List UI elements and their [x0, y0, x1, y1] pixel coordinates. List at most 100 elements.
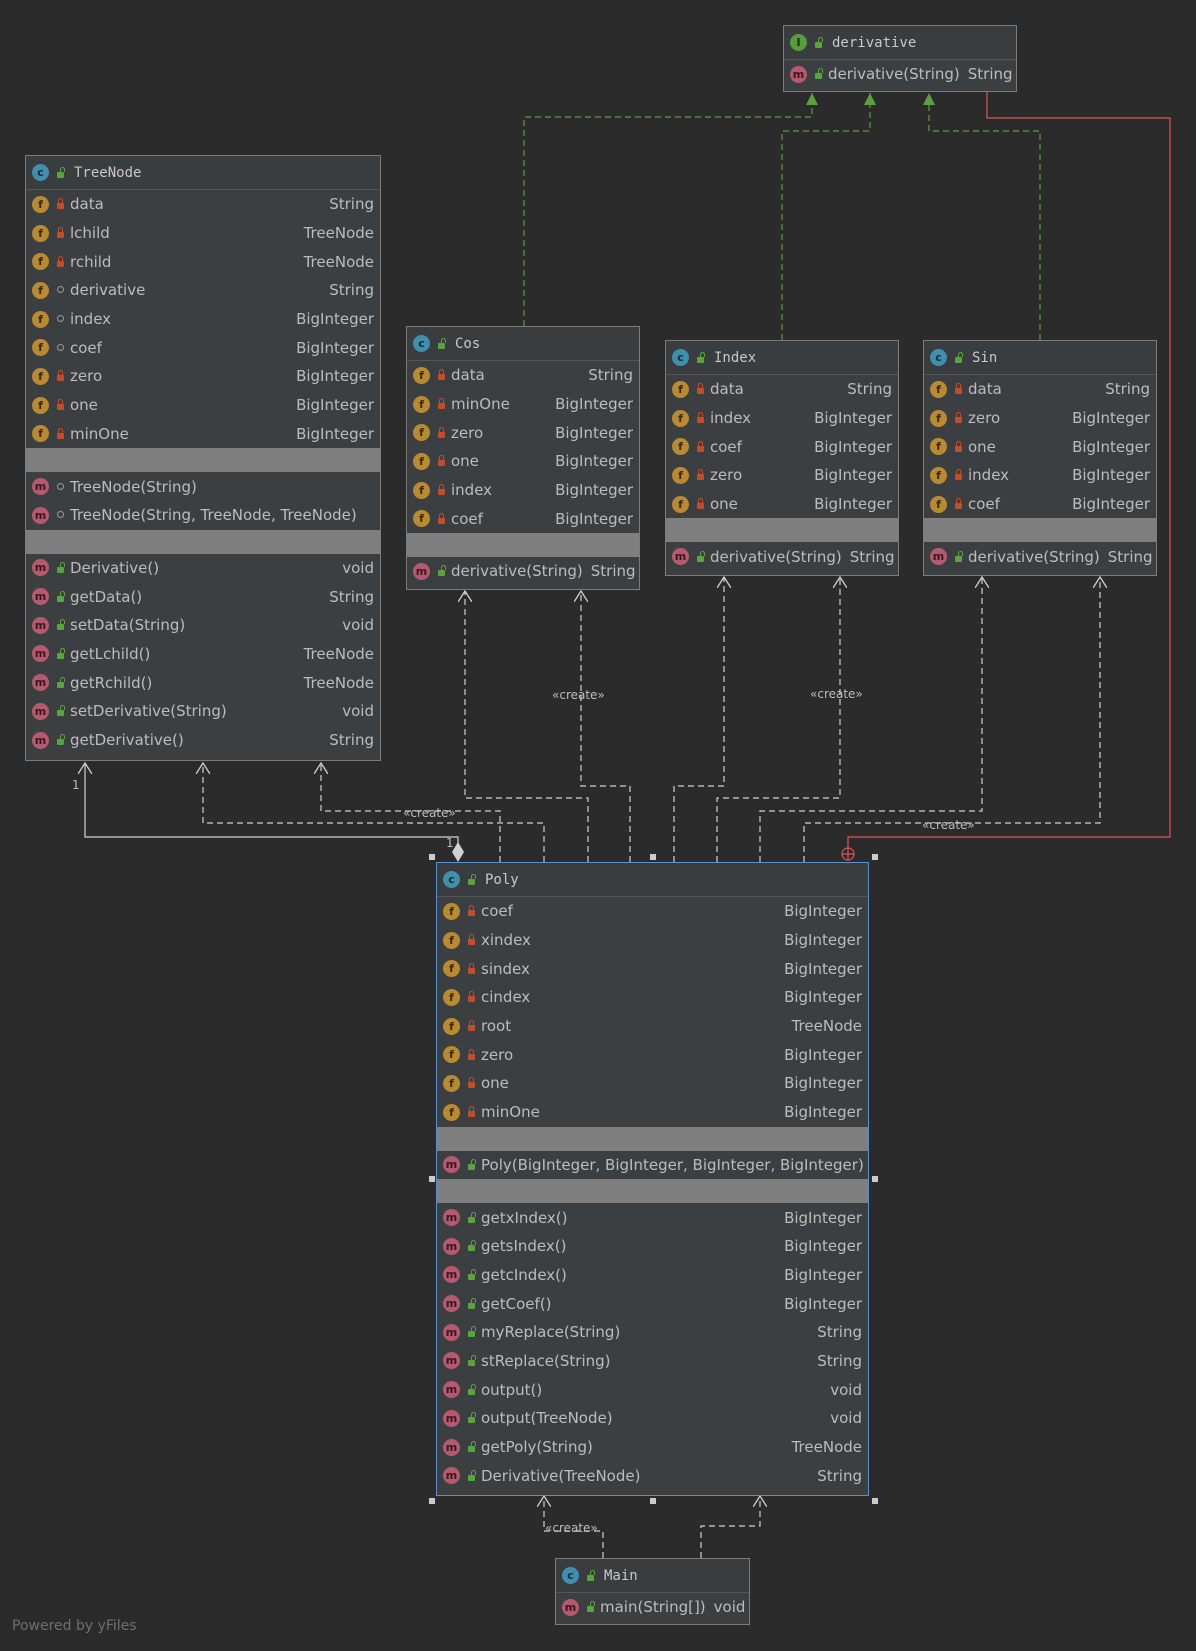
- private-visibility-icon: [435, 398, 447, 410]
- method-row[interactable]: m Derivative() void: [26, 554, 380, 583]
- class-poly[interactable]: c Poly f coef BigInteger f xindex BigInteger f si…: [436, 862, 869, 1496]
- field-row[interactable]: f zero BigInteger: [437, 1040, 868, 1069]
- field-row[interactable]: f one BigInteger: [407, 447, 639, 476]
- selection-handle[interactable]: [872, 854, 878, 860]
- field-row[interactable]: f coef BigInteger: [924, 490, 1156, 519]
- selection-handle[interactable]: [650, 854, 656, 860]
- private-visibility-icon: [465, 1048, 477, 1061]
- field-row[interactable]: f zero BigInteger: [666, 461, 898, 490]
- field-row[interactable]: f coef BigInteger: [407, 504, 639, 533]
- selection-handle[interactable]: [650, 1498, 656, 1504]
- method-row[interactable]: m setDerivative(String) void: [26, 697, 380, 726]
- field-row[interactable]: f coef BigInteger: [437, 897, 868, 926]
- method-row[interactable]: m derivative(String) String: [784, 60, 1016, 89]
- field-row[interactable]: f zero BigInteger: [26, 362, 380, 391]
- return-type: String: [967, 65, 1013, 84]
- class-header[interactable]: c Poly: [437, 863, 868, 897]
- public-visibility-icon: [465, 873, 477, 886]
- selection-handle[interactable]: [872, 1176, 878, 1182]
- class-header[interactable]: c TreeNode: [26, 156, 380, 190]
- class-header[interactable]: c Main: [556, 1559, 749, 1593]
- field-row[interactable]: f minOne BigInteger: [26, 420, 380, 449]
- field-row[interactable]: f data String: [26, 190, 380, 219]
- field-row[interactable]: f index BigInteger: [666, 404, 898, 433]
- create-label-main: «create»: [545, 1521, 598, 1535]
- method-row[interactable]: m getDerivative() String: [26, 726, 380, 755]
- public-visibility-icon: [465, 1383, 477, 1396]
- method-row[interactable]: m getLchild() TreeNode: [26, 640, 380, 669]
- method-row[interactable]: m stReplace(String) String: [437, 1347, 868, 1376]
- field-type: BigInteger: [555, 509, 633, 528]
- method-row[interactable]: m derivative(String) String: [666, 542, 898, 571]
- dep-poly-cos-1: [465, 591, 589, 862]
- field-row[interactable]: f data String: [407, 361, 639, 390]
- return-type: String: [817, 1466, 862, 1485]
- field-row[interactable]: f zero BigInteger: [407, 418, 639, 447]
- method-row[interactable]: m setData(String) void: [26, 611, 380, 640]
- field-row[interactable]: f data String: [666, 375, 898, 404]
- field-row[interactable]: f lchild TreeNode: [26, 219, 380, 248]
- class-header[interactable]: c Sin: [924, 341, 1156, 375]
- class-treenode[interactable]: c TreeNode f data String f lchild TreeNode f rchi…: [25, 155, 381, 761]
- field-row[interactable]: f cindex BigInteger: [437, 983, 868, 1012]
- field-icon: f: [413, 452, 430, 470]
- method-row[interactable]: m derivative(String) String: [924, 542, 1156, 571]
- field-row[interactable]: f root TreeNode: [437, 1012, 868, 1041]
- class-header[interactable]: c Cos: [407, 327, 639, 361]
- method-row[interactable]: m output(TreeNode) void: [437, 1404, 868, 1433]
- selection-handle[interactable]: [429, 1176, 435, 1182]
- selection-handle[interactable]: [872, 1498, 878, 1504]
- field-row[interactable]: f coef BigInteger: [666, 432, 898, 461]
- method-row[interactable]: m getRchild() TreeNode: [26, 668, 380, 697]
- field-row[interactable]: f index BigInteger: [26, 305, 380, 334]
- class-header[interactable]: c Index: [666, 341, 898, 375]
- method-row[interactable]: m Poly(BigInteger, BigInteger, BigInteger…: [437, 1151, 868, 1180]
- method-row[interactable]: m myReplace(String) String: [437, 1318, 868, 1347]
- selection-handle[interactable]: [429, 854, 435, 860]
- field-row[interactable]: f one BigInteger: [666, 490, 898, 519]
- class-sin[interactable]: c Sin f data String f zero BigInteger f one BigInt…: [923, 340, 1157, 576]
- field-type: String: [329, 195, 374, 214]
- method-row[interactable]: m main(String[]) void: [556, 1593, 749, 1622]
- field-row[interactable]: f zero BigInteger: [924, 404, 1156, 433]
- field-row[interactable]: f xindex BigInteger: [437, 926, 868, 955]
- method-row[interactable]: m getcIndex() BigInteger: [437, 1261, 868, 1290]
- method-signature: getPoly(String): [481, 1438, 593, 1457]
- field-row[interactable]: f sindex BigInteger: [437, 954, 868, 983]
- field-row[interactable]: f one BigInteger: [437, 1069, 868, 1098]
- compartment-separator: [407, 533, 639, 558]
- method-row[interactable]: m getsIndex() BigInteger: [437, 1232, 868, 1261]
- selection-handle[interactable]: [429, 1498, 435, 1504]
- field-row[interactable]: f data String: [924, 375, 1156, 404]
- method-row[interactable]: m derivative(String) String: [407, 557, 639, 586]
- class-main[interactable]: c Main m main(String[]) void: [555, 1558, 750, 1625]
- field-row[interactable]: f one BigInteger: [924, 432, 1156, 461]
- method-row[interactable]: m output() void: [437, 1375, 868, 1404]
- field-row[interactable]: f rchild TreeNode: [26, 247, 380, 276]
- public-visibility-icon: [694, 550, 706, 563]
- field-row[interactable]: f derivative String: [26, 276, 380, 305]
- field-row[interactable]: f minOne BigInteger: [437, 1098, 868, 1127]
- method-icon: m: [443, 1209, 460, 1227]
- method-row[interactable]: m TreeNode(String): [26, 472, 380, 501]
- interface-derivative[interactable]: Iderivative m derivative(String) String: [783, 25, 1017, 92]
- field-row[interactable]: f one BigInteger: [26, 391, 380, 420]
- method-row[interactable]: m getData() String: [26, 582, 380, 611]
- field-row[interactable]: f coef BigInteger: [26, 333, 380, 362]
- method-row[interactable]: m Derivative(TreeNode) String: [437, 1461, 868, 1490]
- method-icon: m: [32, 506, 49, 524]
- field-row[interactable]: f minOne BigInteger: [407, 390, 639, 419]
- method-row[interactable]: m getxIndex() BigInteger: [437, 1203, 868, 1232]
- field-row[interactable]: f index BigInteger: [407, 476, 639, 505]
- class-cos[interactable]: c Cos f data String f minOne BigInteger f zero Big…: [406, 326, 640, 590]
- field-name: zero: [70, 367, 103, 386]
- class-header[interactable]: Iderivative: [784, 26, 1016, 60]
- field-row[interactable]: f index BigInteger: [924, 461, 1156, 490]
- method-row[interactable]: m getCoef() BigInteger: [437, 1289, 868, 1318]
- class-index[interactable]: c Index f data String f index BigInteger f coef Bi…: [665, 340, 899, 576]
- field-type: BigInteger: [814, 437, 892, 456]
- field-icon: f: [32, 310, 49, 328]
- method-row[interactable]: m TreeNode(String, TreeNode, TreeNode): [26, 501, 380, 530]
- class-icon: c: [562, 1567, 579, 1584]
- method-row[interactable]: m getPoly(String) TreeNode: [437, 1433, 868, 1462]
